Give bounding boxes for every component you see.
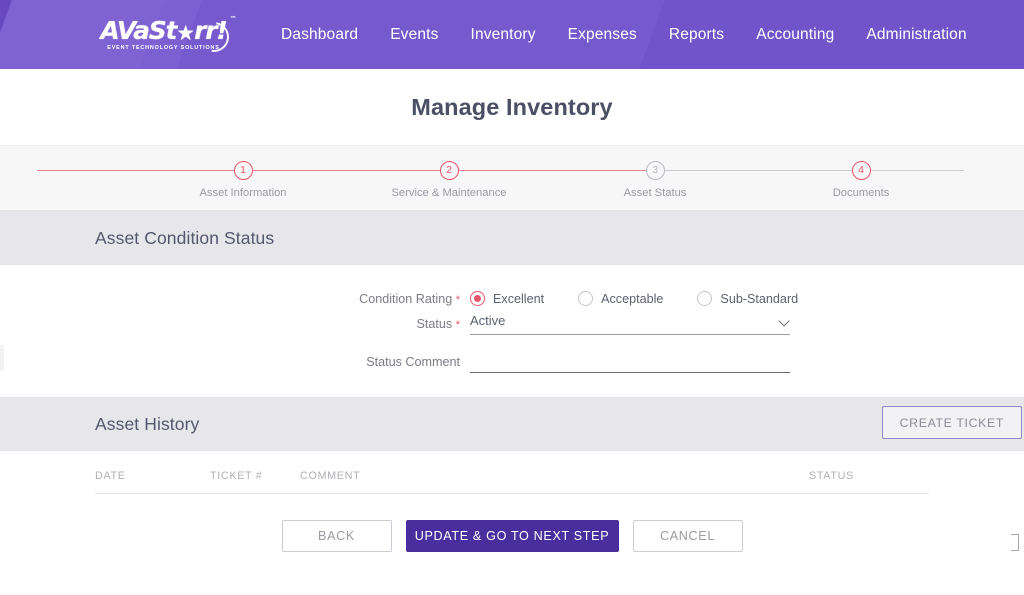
logo-wordmark: AVaSt★rr! ™ xyxy=(100,16,237,58)
star-icon: ★ xyxy=(176,21,195,45)
asset-condition-form: Condition Rating * Excellent Acceptable … xyxy=(0,265,1024,397)
step-label: Asset Status xyxy=(623,187,687,199)
status-select[interactable]: Active xyxy=(470,313,790,335)
section-title: Asset Condition Status xyxy=(95,227,275,248)
brand-logo[interactable]: AVaSt★rr! ™ EVENT TECHNOLOGY SOLUTIONS xyxy=(91,12,237,58)
section-title: Asset History xyxy=(95,413,200,434)
condition-rating-radio-group: Excellent Acceptable Sub-Standard xyxy=(470,291,832,306)
update-next-step-button[interactable]: UPDATE & GO TO NEXT STEP xyxy=(405,520,619,552)
radio-icon-checked xyxy=(470,291,485,306)
radio-icon xyxy=(578,291,594,306)
top-navigation-bar: AVaSt★rr! ™ EVENT TECHNOLOGY SOLUTIONS Da… xyxy=(0,0,1024,69)
step-connector-line xyxy=(449,170,655,171)
step-label: Service & Maintenance xyxy=(391,187,507,199)
main-nav: Dashboard Events Inventory Expenses Repo… xyxy=(281,26,967,44)
step-service-maintenance[interactable]: 2 Service & Maintenance xyxy=(243,146,552,199)
wizard-stepper-bar: 1 Asset Information 2 Service & Maintena… xyxy=(0,145,1024,211)
status-comment-input[interactable] xyxy=(470,351,790,373)
nav-item-administration[interactable]: Administration xyxy=(866,26,966,44)
radio-option-excellent[interactable]: Excellent xyxy=(470,291,544,306)
step-label: Asset Information xyxy=(199,187,287,199)
step-number-badge: 3 xyxy=(645,161,665,180)
condition-rating-row: Condition Rating * Excellent Acceptable … xyxy=(0,291,1024,306)
nav-item-reports[interactable]: Reports xyxy=(669,26,724,44)
required-asterisk: * xyxy=(455,319,460,331)
step-number-badge: 2 xyxy=(439,161,459,180)
nav-item-inventory[interactable]: Inventory xyxy=(470,26,535,44)
nav-item-events[interactable]: Events xyxy=(390,26,438,44)
asset-history-table-area: DATE TICKET # COMMENT STATUS xyxy=(0,463,1024,494)
chevron-down-icon xyxy=(779,317,790,324)
radio-option-acceptable[interactable]: Acceptable xyxy=(578,291,663,306)
step-documents[interactable]: 4 Documents xyxy=(655,146,964,199)
status-label: Status * xyxy=(0,317,470,331)
step-connector-line xyxy=(655,170,861,171)
cancel-button[interactable]: CANCEL xyxy=(632,520,743,552)
status-comment-row: Status Comment xyxy=(0,351,1024,373)
logo-tagline: EVENT TECHNOLOGY SOLUTIONS xyxy=(107,45,220,51)
left-edge-artifact xyxy=(0,345,4,371)
radio-label: Excellent xyxy=(493,291,545,306)
column-header-comment[interactable]: COMMENT xyxy=(300,463,809,494)
step-connector-line xyxy=(243,170,449,171)
column-header-ticket[interactable]: TICKET # xyxy=(210,463,300,494)
nav-item-expenses[interactable]: Expenses xyxy=(568,26,637,44)
table-head: DATE TICKET # COMMENT STATUS xyxy=(95,463,929,494)
status-label-text: Status xyxy=(416,317,453,331)
create-ticket-button[interactable]: CREATE TICKET xyxy=(881,406,1022,439)
step-asset-status[interactable]: 3 Asset Status xyxy=(449,146,758,199)
trademark-symbol: ™ xyxy=(229,15,237,23)
radio-label: Sub-Standard xyxy=(720,291,799,306)
table-header-row: DATE TICKET # COMMENT STATUS xyxy=(95,463,929,494)
condition-rating-label: Condition Rating * xyxy=(0,292,470,306)
condition-rating-label-text: Condition Rating xyxy=(359,291,453,306)
nav-item-dashboard[interactable]: Dashboard xyxy=(281,26,358,44)
page-title-bar: Manage Inventory xyxy=(0,69,1024,145)
form-action-bar: BACK UPDATE & GO TO NEXT STEP CANCEL xyxy=(0,494,1024,552)
step-label: Documents xyxy=(832,187,890,199)
asset-history-header: Asset History CREATE TICKET xyxy=(0,397,1024,451)
asset-history-table: DATE TICKET # COMMENT STATUS xyxy=(95,463,929,494)
step-connector-line-right xyxy=(861,170,964,171)
radio-option-sub-standard[interactable]: Sub-Standard xyxy=(697,291,798,306)
back-button[interactable]: BACK xyxy=(281,520,392,552)
required-asterisk: * xyxy=(455,293,460,306)
page-title: Manage Inventory xyxy=(411,93,613,120)
wizard-stepper: 1 Asset Information 2 Service & Maintena… xyxy=(37,146,964,210)
status-comment-label-text: Status Comment xyxy=(366,355,460,369)
logo-text-head: AVaSt xyxy=(100,16,177,45)
radio-label: Acceptable xyxy=(601,291,664,306)
step-connector-line xyxy=(37,170,243,171)
step-number-badge: 1 xyxy=(233,161,253,180)
status-select-value: Active xyxy=(470,313,506,328)
radio-icon xyxy=(697,291,713,306)
column-header-date[interactable]: DATE xyxy=(95,463,210,494)
asset-condition-status-header: Asset Condition Status xyxy=(0,211,1024,265)
status-row: Status * Active xyxy=(0,313,1024,335)
nav-item-accounting[interactable]: Accounting xyxy=(756,26,834,44)
step-number-badge: 4 xyxy=(851,161,871,180)
column-header-status[interactable]: STATUS xyxy=(809,463,929,494)
step-asset-information[interactable]: 1 Asset Information xyxy=(37,146,346,199)
radio-dot xyxy=(474,295,481,302)
status-comment-label: Status Comment xyxy=(0,355,470,369)
text-cursor-artifact xyxy=(1011,534,1019,551)
